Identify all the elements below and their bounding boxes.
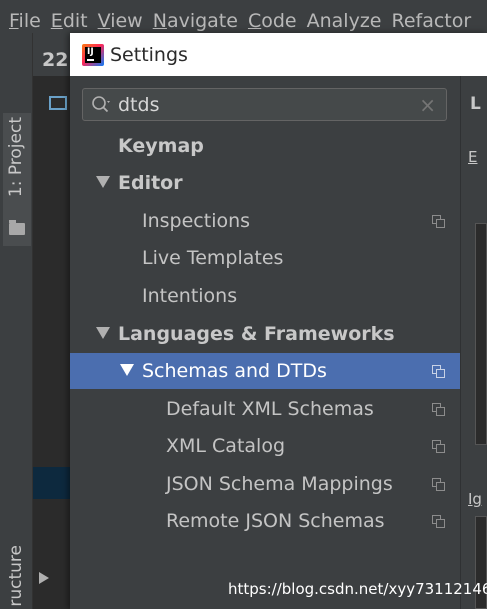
menu-item-edit[interactable]: Edit xyxy=(51,10,88,32)
expand-arrow-icon[interactable] xyxy=(96,176,110,188)
project-tab-label: 1: Project xyxy=(6,117,26,198)
settings-tree-item[interactable]: Languages & Frameworks xyxy=(70,316,460,352)
settings-tree-item[interactable]: Schemas and DTDs xyxy=(70,353,460,389)
content-heading: L xyxy=(470,94,481,114)
settings-tree-item[interactable]: Editor xyxy=(70,165,460,201)
settings-tree-item-label: Editor xyxy=(118,172,183,194)
settings-tree-item[interactable]: Inspections xyxy=(70,203,460,239)
settings-tree-item-label: Inspections xyxy=(142,210,251,232)
menu-item-refactor[interactable]: Refactor xyxy=(391,10,471,32)
search-icon[interactable] xyxy=(91,95,113,115)
settings-tree-item-label: Languages & Frameworks xyxy=(118,323,395,345)
content-link-1[interactable]: E xyxy=(468,148,477,166)
project-level-settings-icon xyxy=(432,478,445,491)
clear-search-icon[interactable]: × xyxy=(419,94,436,116)
menu-item-view[interactable]: View xyxy=(98,10,143,32)
expand-arrow-icon[interactable] xyxy=(120,364,134,376)
settings-tree-item-label: Live Templates xyxy=(142,247,284,269)
menu-item-navigate[interactable]: Navigate xyxy=(153,10,238,32)
dialog-title: Settings xyxy=(110,43,188,66)
project-level-settings-icon xyxy=(432,365,445,378)
settings-tree-item-label: XML Catalog xyxy=(166,435,286,457)
dialog-title-bar: IJ Settings xyxy=(70,33,487,76)
settings-dialog: IJ Settings dtds × Keymap Editor Inspectio… xyxy=(70,33,487,609)
settings-tree-item-label: JSON Schema Mappings xyxy=(166,473,393,495)
settings-tree-item-label: Intentions xyxy=(142,285,238,307)
intellij-logo-icon: IJ xyxy=(82,43,104,66)
tree-expand-arrow-icon[interactable] xyxy=(39,572,49,584)
menu-item-file[interactable]: File xyxy=(9,10,41,32)
selected-tree-row-strip xyxy=(33,467,70,499)
settings-tree-item[interactable]: Live Templates xyxy=(70,240,460,276)
settings-tree-item[interactable]: Remote JSON Schemas xyxy=(70,503,460,539)
content-table-top xyxy=(475,223,487,445)
settings-tree-item-label: Keymap xyxy=(118,135,204,157)
settings-content-panel: L E Ig xyxy=(461,76,487,609)
settings-tree-item-label: Schemas and DTDs xyxy=(142,360,327,382)
project-tool-window-tab[interactable]: 1: Project xyxy=(3,113,31,246)
project-level-settings-icon xyxy=(432,403,445,416)
project-level-settings-icon xyxy=(432,515,445,528)
structure-tab-label[interactable]: ructure xyxy=(6,545,26,607)
settings-search-field[interactable]: dtds × xyxy=(82,88,447,121)
watermark: https://blog.csdn.net/xyy731121463 xyxy=(228,580,487,598)
menu-bar: File Edit View Navigate Code Analyze Refactor xyxy=(0,0,487,33)
editor-tab-icon xyxy=(49,96,67,110)
left-tool-stripe: 1: Project ructure xyxy=(0,33,33,609)
settings-tree-item[interactable]: Intentions xyxy=(70,278,460,314)
expand-arrow-icon[interactable] xyxy=(96,327,110,339)
settings-tree-item[interactable]: XML Catalog xyxy=(70,428,460,464)
settings-tree-item[interactable]: Default XML Schemas xyxy=(70,391,460,427)
editor-area xyxy=(33,76,70,609)
search-input[interactable]: dtds xyxy=(118,94,159,116)
project-level-settings-icon xyxy=(432,440,445,453)
settings-tree-item-label: Remote JSON Schemas xyxy=(166,510,385,532)
settings-tree-item-label: Default XML Schemas xyxy=(166,398,374,420)
menu-item-code[interactable]: Code xyxy=(248,10,297,32)
project-icon xyxy=(9,220,25,235)
content-link-2[interactable]: Ig xyxy=(468,490,482,508)
settings-tree-item[interactable]: Keymap xyxy=(70,128,460,164)
project-level-settings-icon xyxy=(432,215,445,228)
settings-tree-item[interactable]: JSON Schema Mappings xyxy=(70,466,460,502)
menu-item-analyze[interactable]: Analyze xyxy=(307,10,382,32)
